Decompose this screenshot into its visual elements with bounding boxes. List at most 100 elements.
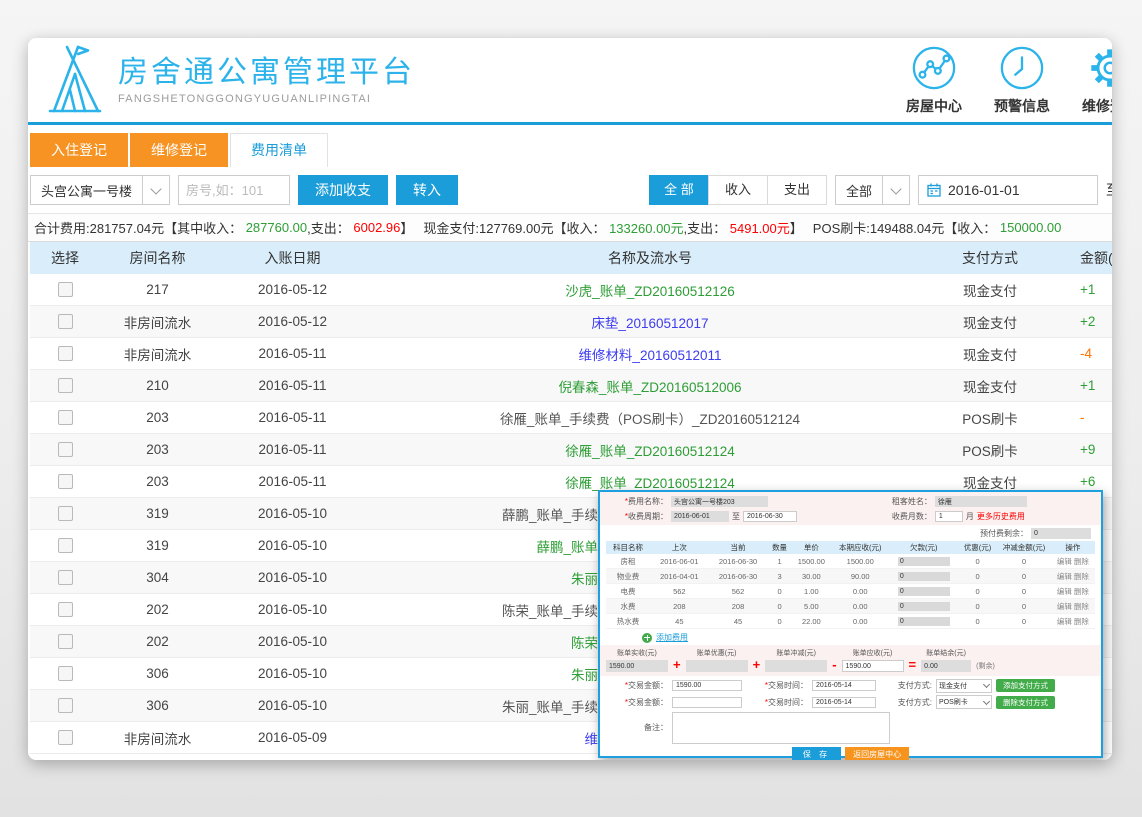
record-link[interactable]: 朱丽 (571, 572, 598, 587)
record-link[interactable]: 床垫_20160512017 (591, 316, 708, 331)
room-number-input[interactable] (178, 175, 290, 205)
arrears-input[interactable] (898, 572, 950, 581)
delete-link[interactable]: 删除 (1074, 617, 1089, 626)
discount-label: 账单优惠(元) (697, 648, 737, 658)
entry-date-cell: 2016-05-12 (215, 282, 370, 297)
entry-date-cell: 2016-05-11 (215, 474, 370, 489)
add-fee-link[interactable]: 添加费用 (656, 632, 688, 643)
col-pay-method: 支付方式 (930, 248, 1050, 268)
edit-link[interactable]: 编辑 (1057, 572, 1072, 581)
pay-method-select[interactable]: 现金支付 (936, 679, 992, 693)
edit-link[interactable]: 编辑 (1057, 602, 1072, 611)
record-link[interactable]: 维修材料_20160512011 (578, 348, 721, 363)
months-input[interactable] (935, 511, 963, 522)
row-checkbox[interactable] (58, 538, 73, 553)
return-house-center-button[interactable]: 返回房屋中心 (845, 747, 909, 761)
record-link[interactable]: 维 (585, 732, 599, 747)
edit-link[interactable]: 编辑 (1057, 587, 1072, 596)
row-checkbox[interactable] (58, 634, 73, 649)
transfer-in-button[interactable]: 转入 (396, 175, 458, 205)
tab-checkin-register[interactable]: 入住登记 (30, 133, 128, 167)
nav-house-center[interactable]: 房屋中心 (906, 45, 962, 116)
transaction-amount-input[interactable] (672, 680, 742, 691)
prepaid-input[interactable] (1031, 528, 1091, 539)
transaction-time-input[interactable] (812, 680, 876, 691)
row-checkbox[interactable] (58, 698, 73, 713)
fee-qty-cell: 1 (767, 557, 791, 566)
edit-link[interactable]: 编辑 (1057, 617, 1072, 626)
amount-cell: +1 (1050, 282, 1112, 297)
fee-name-input[interactable] (671, 496, 768, 507)
tenant-name-input[interactable] (935, 496, 1027, 507)
due-input[interactable] (842, 660, 904, 672)
segment-income[interactable]: 收入 (708, 175, 768, 205)
pay-method-value: 现金支付 (939, 681, 967, 691)
minus-operator: - (832, 657, 836, 672)
record-link[interactable]: 薛鹏_账单 (536, 540, 598, 555)
arrears-input[interactable] (898, 557, 950, 566)
offset-input[interactable] (765, 660, 827, 672)
tab-repair-register[interactable]: 维修登记 (130, 133, 228, 167)
nav-alert-info[interactable]: 预警信息 (994, 45, 1050, 116)
record-link[interactable]: 沙虎_账单_ZD20160512126 (565, 284, 735, 299)
delete-link[interactable]: 删除 (1074, 572, 1089, 581)
record-link[interactable]: 朱丽 (571, 668, 598, 683)
dialog-col-header: 优惠(元) (958, 542, 997, 553)
amount-cell: +9 (1050, 442, 1112, 457)
nav-repair-register[interactable]: 维修登记 (1082, 45, 1112, 116)
tab-fee-list[interactable]: 费用清单 (230, 133, 328, 167)
fee-last-cell: 2016-04-01 (650, 572, 709, 581)
row-checkbox[interactable] (58, 666, 73, 681)
record-link[interactable]: 陈荣 (571, 636, 598, 651)
add-income-expense-button[interactable]: 添加收支 (298, 175, 388, 205)
transaction-amount-input[interactable] (672, 697, 742, 708)
row-checkbox[interactable] (58, 410, 73, 425)
period-start-input[interactable] (671, 511, 729, 522)
delete-link[interactable]: 删除 (1074, 557, 1089, 566)
row-checkbox[interactable] (58, 474, 73, 489)
tab-bar: 入住登记 维修登记 费用清单 (30, 133, 1112, 167)
row-checkbox[interactable] (58, 506, 73, 521)
segment-all[interactable]: 全 部 (649, 175, 709, 205)
table-row: 2032016-05-11徐雁_账单_手续费（POS刷卡）_ZD20160512… (30, 402, 1112, 434)
more-history-link[interactable]: 更多历史费用 (977, 511, 1025, 522)
row-checkbox[interactable] (58, 570, 73, 585)
row-checkbox[interactable] (58, 442, 73, 457)
delete-pay-method-button[interactable]: 删除支付方式 (996, 696, 1055, 709)
save-button[interactable]: 保 存 (792, 747, 841, 761)
record-link[interactable]: 徐雁_账单_ZD20160512124 (565, 476, 735, 491)
payment-rows: *交易金额：*交易时间：支付方式:现金支付添加支付方式*交易金额：*交易时间：支… (600, 676, 1101, 709)
start-date-input[interactable]: 2016-01-01 (918, 175, 1098, 205)
record-link[interactable]: 徐雁_账单_ZD20160512124 (565, 444, 735, 459)
period-end-input[interactable] (743, 511, 797, 522)
record-link: 陈荣_账单_手续 (502, 604, 598, 619)
category-select[interactable]: 全部 (835, 175, 910, 205)
row-checkbox[interactable] (58, 314, 73, 329)
row-checkbox[interactable] (58, 730, 73, 745)
building-select[interactable]: 头宫公寓一号楼 (30, 175, 170, 205)
delete-link[interactable]: 删除 (1074, 587, 1089, 596)
delete-link[interactable]: 删除 (1074, 602, 1089, 611)
remark-textarea[interactable] (672, 712, 890, 744)
fee-item-cell: 热水费 (606, 616, 650, 627)
prepaid-label: 预付费剩余： (980, 528, 1028, 539)
row-checkbox[interactable] (58, 602, 73, 617)
received-input[interactable] (606, 660, 668, 672)
segment-expense[interactable]: 支出 (767, 175, 827, 205)
arrears-input[interactable] (898, 602, 950, 611)
pay-method-select[interactable]: POS刷卡 (936, 695, 992, 709)
row-checkbox[interactable] (58, 282, 73, 297)
arrears-input[interactable] (898, 587, 950, 596)
arrears-input[interactable] (898, 617, 950, 626)
balance-input[interactable] (921, 660, 971, 672)
fee-item-cell: 电费 (606, 586, 650, 597)
add-pay-method-button[interactable]: 添加支付方式 (996, 679, 1055, 692)
dialog-fee-row: 水费20820805.000.0000编辑删除 (606, 599, 1095, 614)
edit-link[interactable]: 编辑 (1057, 557, 1072, 566)
transaction-time-input[interactable] (812, 697, 876, 708)
row-checkbox[interactable] (58, 378, 73, 393)
discount-input[interactable] (686, 660, 748, 672)
record-link[interactable]: 倪春森_账单_ZD20160512006 (558, 380, 741, 395)
pay-method-cell: 现金支付 (930, 344, 1050, 364)
row-checkbox[interactable] (58, 346, 73, 361)
